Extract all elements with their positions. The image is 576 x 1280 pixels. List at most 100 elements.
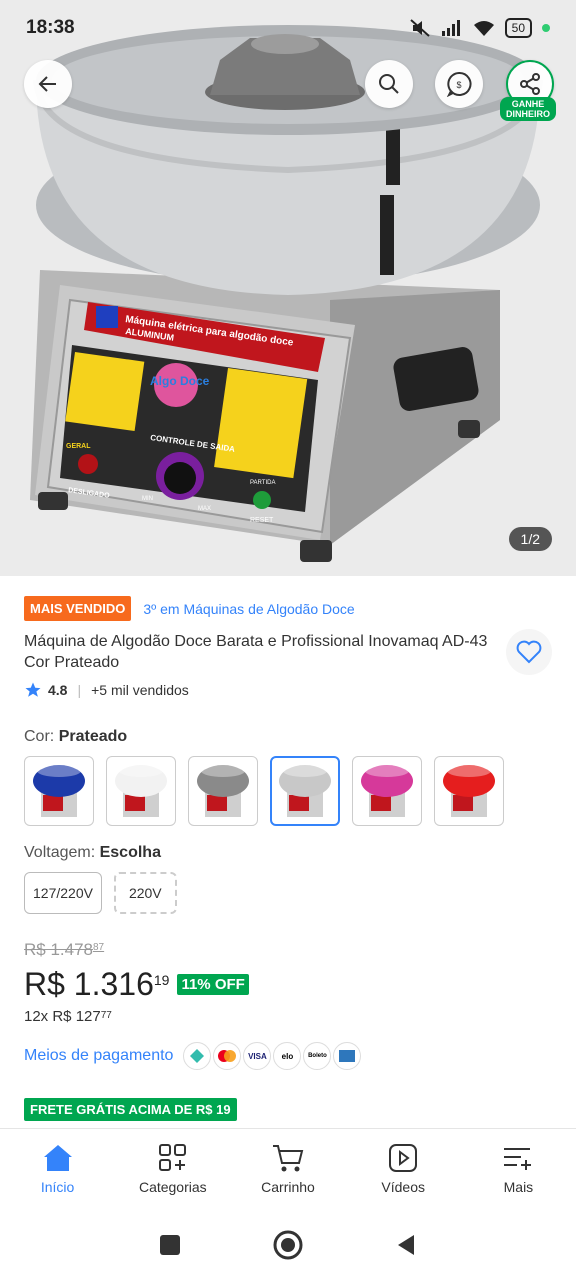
mute-icon <box>409 19 430 37</box>
rating-score: 4.8 <box>48 682 68 698</box>
favorite-button[interactable] <box>506 629 552 675</box>
voltage-options: 127/220V 220V <box>24 872 177 914</box>
product-details: MAIS VENDIDO 3º em Máquinas de Algodão D… <box>24 596 552 1121</box>
wifi-icon <box>473 21 494 36</box>
category-rank-link[interactable]: 3º em Máquinas de Algodão Doce <box>143 601 354 617</box>
product-image-gallery[interactable]: Máquina elétrica para algodão doce ALUMI… <box>0 0 576 576</box>
whatsapp-icon: $ <box>446 71 472 97</box>
heart-icon <box>516 640 542 664</box>
status-bar: 18:38 50 <box>0 0 576 56</box>
privacy-dot-icon <box>542 24 550 32</box>
panel-start-label: PARTIDA <box>250 480 275 486</box>
back-triangle-icon[interactable] <box>394 1233 418 1257</box>
color-swatches <box>24 756 504 826</box>
color-swatch-cinza[interactable] <box>188 756 258 826</box>
installments-cents: 77 <box>100 1010 112 1021</box>
menu-plus-icon <box>504 1148 532 1170</box>
nav-item-mais[interactable]: Mais <box>461 1129 576 1210</box>
product-image: Máquina elétrica para algodão doce ALUMI… <box>0 0 576 576</box>
color-label: Cor: <box>24 728 55 745</box>
panel-power-label: GERAL <box>66 443 91 450</box>
voltage-value: Escolha <box>99 844 161 861</box>
panel-reset-label: RESET <box>250 517 274 524</box>
current-price-value: R$ 1.316 <box>24 966 154 1002</box>
badges-row: MAIS VENDIDO 3º em Máquinas de Algodão D… <box>24 596 552 621</box>
home-icon <box>43 1145 72 1171</box>
free-shipping-banner: FRETE GRÁTIS ACIMA DE R$ 19 <box>24 1098 237 1121</box>
old-price-cents: 87 <box>93 942 105 953</box>
rating-row[interactable]: 4.8 | +5 mil vendidos <box>24 681 552 699</box>
mastercard-icon <box>213 1042 242 1070</box>
video-icon <box>389 1144 418 1172</box>
swatch-image <box>197 765 249 817</box>
color-swatch-prateado[interactable] <box>270 756 340 826</box>
nav-item-carrinho[interactable]: Carrinho <box>230 1129 345 1210</box>
boleto-icon: Boleto <box>303 1042 332 1070</box>
voltage-option-127-220[interactable]: 127/220V <box>24 872 102 914</box>
old-price: R$ 1.47887 <box>24 940 104 960</box>
voltage-label-row: Voltagem: Escolha <box>24 844 161 862</box>
product-title: Máquina de Algodão Doce Barata e Profiss… <box>24 633 488 671</box>
home-circle-icon[interactable] <box>272 1229 304 1261</box>
title-row: Máquina de Algodão Doce Barata e Profiss… <box>24 629 552 675</box>
voltage-label: Voltagem: <box>24 844 96 861</box>
categories-icon <box>158 1144 186 1171</box>
best-seller-badge: MAIS VENDIDO <box>24 596 132 621</box>
discount-badge: 11% OFF <box>177 974 249 995</box>
nav-item-categorias[interactable]: Categorias <box>115 1129 230 1210</box>
search-icon <box>379 74 399 94</box>
nav-label-videos: Vídeos <box>381 1179 425 1195</box>
payment-row: Meios de pagamento VISA elo Boleto <box>24 1042 362 1070</box>
image-counter: 1/2 <box>508 527 552 551</box>
star-icon <box>25 682 41 697</box>
old-price-value: R$ 1.478 <box>24 940 93 959</box>
sold-count: +5 mil vendidos <box>91 682 189 698</box>
color-swatch-branco[interactable] <box>106 756 176 826</box>
rating-separator: | <box>77 682 82 698</box>
search-button[interactable] <box>365 60 413 108</box>
current-price-cents: 19 <box>153 972 170 988</box>
elo-icon: elo <box>273 1042 302 1070</box>
nav-item-videos[interactable]: Vídeos <box>346 1129 461 1210</box>
panel-min-label: MIN <box>142 496 153 502</box>
cart-icon <box>273 1145 304 1172</box>
color-swatch-vermelho[interactable] <box>434 756 504 826</box>
status-time: 18:38 <box>26 17 75 38</box>
status-icons: 50 <box>409 18 550 38</box>
swatch-image <box>115 765 167 817</box>
panel-logo-text: Algo Doce <box>150 374 210 388</box>
voltage-option-220[interactable]: 220V <box>113 872 177 914</box>
amex-icon <box>333 1042 362 1070</box>
swatch-image <box>279 765 331 817</box>
payment-methods-link[interactable]: Meios de pagamento <box>24 1047 173 1065</box>
arrow-left-icon <box>38 76 56 92</box>
battery-indicator: 50 <box>504 18 532 38</box>
earn-money-line-1: GANHE <box>511 99 545 109</box>
whatsapp-share-button[interactable]: $ <box>435 60 483 108</box>
nav-label-carrinho: Carrinho <box>261 1179 315 1195</box>
color-value: Prateado <box>58 728 128 745</box>
panel-max-label: MAX <box>198 506 211 512</box>
installments-value: 12x R$ 127 <box>24 1008 101 1025</box>
installments: 12x R$ 12777 <box>24 1008 112 1025</box>
price-row: R$ 1.31619 11% OFF <box>24 966 249 1003</box>
color-swatch-rosa[interactable] <box>352 756 422 826</box>
color-swatch-azul[interactable] <box>24 756 94 826</box>
visa-icon: VISA <box>243 1042 272 1070</box>
current-price: R$ 1.31619 <box>24 966 169 1003</box>
earn-money-badge[interactable]: GANHE DINHEIRO <box>500 97 557 121</box>
bottom-navigation: Início Categorias Carrinho Vídeos Mais <box>0 1128 576 1210</box>
earn-money-line-2: DINHEIRO <box>506 109 551 119</box>
color-label-row: Cor: Prateado <box>24 728 127 746</box>
swatch-image <box>443 765 495 817</box>
nav-label-inicio: Início <box>40 1179 75 1195</box>
nav-label-mais: Mais <box>503 1179 534 1195</box>
signal-icon <box>441 20 460 36</box>
recent-apps-icon[interactable] <box>158 1233 182 1257</box>
share-icon <box>520 73 540 95</box>
pix-icon <box>183 1042 212 1070</box>
nav-item-inicio[interactable]: Início <box>0 1129 115 1210</box>
back-button[interactable] <box>24 60 72 108</box>
nav-label-categorias: Categorias <box>138 1179 207 1195</box>
swatch-image <box>33 765 85 817</box>
